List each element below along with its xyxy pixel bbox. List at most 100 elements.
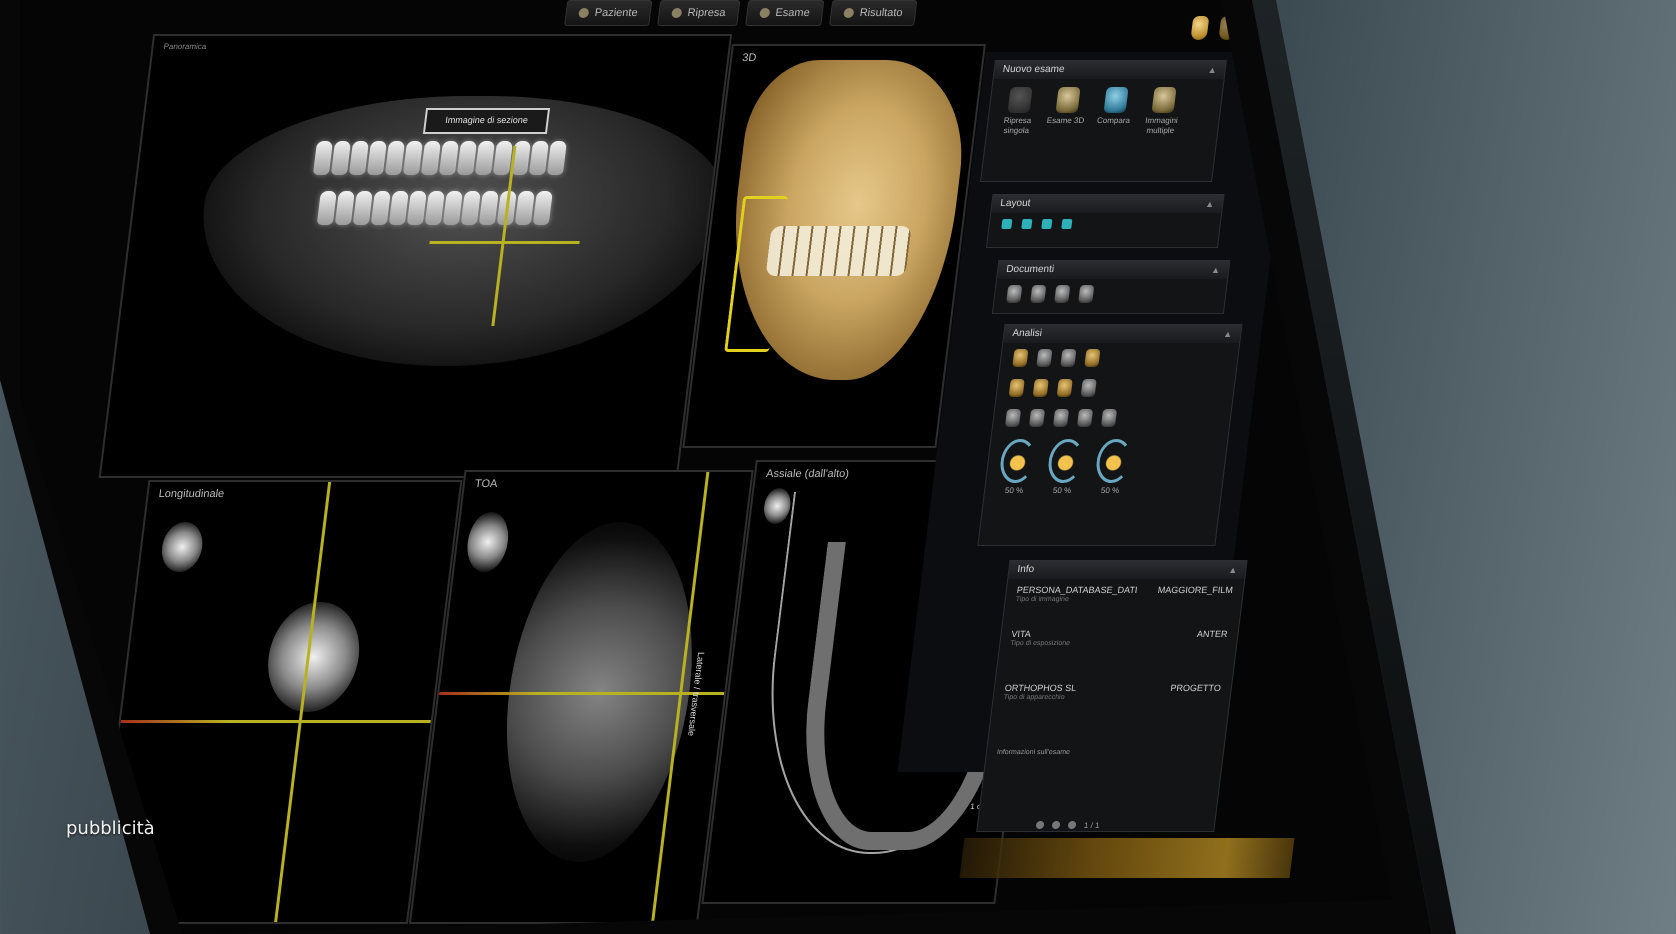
tooth-crown (762, 488, 793, 524)
analysis-section: Analisi ▲ 50 % 50 % 50 % (977, 324, 1243, 546)
layout-3-icon[interactable] (1041, 219, 1053, 229)
panoramic-view[interactable]: Panoramica Immagine di sezione (98, 34, 733, 478)
contrast-dial[interactable]: 50 % (1045, 439, 1086, 495)
implant-tool-icon[interactable] (1036, 349, 1053, 367)
page-indicator: 1 / 1 (1083, 820, 1101, 830)
tooth-crown (159, 522, 206, 572)
status-bar: 1 / 1 (1035, 816, 1277, 834)
section-header[interactable]: Analisi ▲ (1003, 325, 1242, 343)
collapse-icon[interactable]: ▲ (1204, 195, 1215, 213)
3d-view[interactable]: 3D (682, 44, 986, 448)
tooth-icon[interactable] (1078, 285, 1095, 303)
single-shot-button[interactable]: Ripresa singola (997, 87, 1041, 136)
tab-ripresa[interactable]: Ripresa (656, 0, 741, 26)
capture-icon (670, 8, 683, 18)
info-row: ORTHOPHOS SL PROGETTO (994, 647, 1236, 693)
info-value: PROGETTO (1169, 683, 1222, 693)
exam-icon (758, 8, 771, 18)
tooth-tool-icon[interactable] (1084, 349, 1101, 367)
layout-4-icon[interactable] (1061, 219, 1073, 229)
layout-2-icon[interactable] (1021, 219, 1033, 229)
info-footer: Informazioni sull'esame (996, 749, 1071, 756)
layout-1-icon[interactable] (1001, 219, 1013, 229)
brightness-dial[interactable]: 50 % (997, 439, 1038, 495)
dial-value: 50 % (1100, 486, 1120, 495)
multiple-images-icon (1151, 87, 1177, 113)
info-caption: Tipo di immagine (1015, 596, 1070, 603)
dial-icon (998, 439, 1038, 483)
ruler-tool-icon[interactable] (1008, 379, 1025, 397)
status-icon[interactable] (1067, 821, 1077, 829)
status-icon[interactable] (1051, 821, 1061, 829)
section-header[interactable]: Layout ▲ (991, 195, 1224, 213)
implant-tool-icon[interactable] (1100, 409, 1118, 427)
panel-label: 3D (741, 52, 758, 64)
status-icon[interactable] (1035, 821, 1045, 829)
section-title: Nuovo esame (1002, 64, 1066, 75)
tab-esame[interactable]: Esame (744, 0, 825, 26)
section-title: Info (1016, 564, 1035, 575)
layout-section: Layout ▲ (985, 194, 1225, 248)
transversal-view[interactable]: TOA Laterale / trasversale (408, 470, 754, 924)
section-header[interactable]: Info ▲ (1008, 561, 1247, 579)
dial-value: 50 % (1052, 486, 1072, 495)
info-caption: Tipo di esposizione (1009, 640, 1071, 647)
collapse-icon[interactable]: ▲ (1227, 561, 1238, 579)
section-header[interactable]: Nuovo esame ▲ (993, 61, 1226, 79)
button-label: Compara (1096, 116, 1131, 125)
info-value: PERSONA_DATABASE_DATI (1016, 585, 1139, 595)
tooth-icon[interactable] (1190, 16, 1210, 40)
info-row: VITA ANTER (1001, 603, 1241, 639)
implant-tool-icon[interactable] (1076, 409, 1094, 427)
angle-tool-icon[interactable] (1032, 379, 1049, 397)
panel-label: Panoramica (163, 42, 207, 51)
amber-status-strip (959, 838, 1295, 878)
horizontal-cursor[interactable] (120, 720, 431, 723)
info-row: PERSONA_DATABASE_DATI MAGGIORE_FILM (1006, 579, 1244, 595)
button-label: Ripresa singola (1003, 116, 1032, 135)
collapse-icon[interactable]: ▲ (1222, 325, 1233, 343)
new-exam-section: Nuovo esame ▲ Ripresa singola Esame 3D C… (979, 60, 1227, 182)
marker-tool-icon[interactable] (1080, 379, 1097, 397)
tooth-tool-icon[interactable] (1012, 349, 1029, 367)
implant-tool-icon[interactable] (1052, 409, 1070, 427)
compare-button[interactable]: Compara (1093, 87, 1137, 136)
result-icon (843, 8, 855, 18)
section-header[interactable]: Documenti ▲ (997, 261, 1230, 279)
collapse-icon[interactable]: ▲ (1207, 61, 1218, 79)
implant-icon[interactable] (1030, 285, 1047, 303)
pen-tool-icon[interactable] (1060, 349, 1077, 367)
implant-tool-icon[interactable] (1004, 409, 1022, 427)
tab-label: Risultato (858, 7, 904, 19)
exam-3d-button[interactable]: Esame 3D (1045, 87, 1089, 136)
jaw-image (184, 96, 733, 366)
button-label: Esame 3D (1046, 116, 1085, 125)
tab-label: Ripresa (686, 7, 727, 19)
button-label: Immagini multiple (1144, 116, 1179, 135)
collapse-icon[interactable]: ▲ (1210, 261, 1221, 279)
info-value: ANTER (1196, 629, 1229, 639)
compare-icon (1103, 87, 1129, 113)
info-section: Info ▲ PERSONA_DATABASE_DATI MAGGIORE_FI… (976, 560, 1248, 832)
multiple-images-button[interactable]: Immagini multiple (1141, 87, 1185, 136)
dial-icon (1046, 439, 1086, 483)
panel-label: TOA (474, 478, 499, 490)
document-icon[interactable] (1006, 285, 1023, 303)
section-title: Documenti (1005, 264, 1055, 275)
dial-icon (1094, 439, 1134, 483)
upper-teeth (312, 141, 568, 175)
horizontal-cursor[interactable] (429, 241, 580, 244)
gamma-dial[interactable]: 50 % (1093, 439, 1134, 495)
advertising-watermark: pubblicità (66, 818, 155, 839)
horizontal-cursor[interactable] (439, 692, 725, 695)
crown-icon[interactable] (1054, 285, 1071, 303)
tab-risultato[interactable]: Risultato (829, 0, 918, 26)
section-box[interactable]: Immagine di sezione (422, 108, 551, 134)
info-value: ORTHOPHOS SL (1004, 683, 1077, 693)
line-tool-icon[interactable] (1056, 379, 1073, 397)
implant-tool-icon[interactable] (1028, 409, 1046, 427)
tab-paziente[interactable]: Paziente (564, 0, 653, 26)
info-caption: Tipo di apparecchio (1003, 694, 1065, 701)
top-toolbar: Paziente Ripresa Esame Risultato (564, 0, 918, 26)
tab-label: Paziente (594, 7, 639, 19)
